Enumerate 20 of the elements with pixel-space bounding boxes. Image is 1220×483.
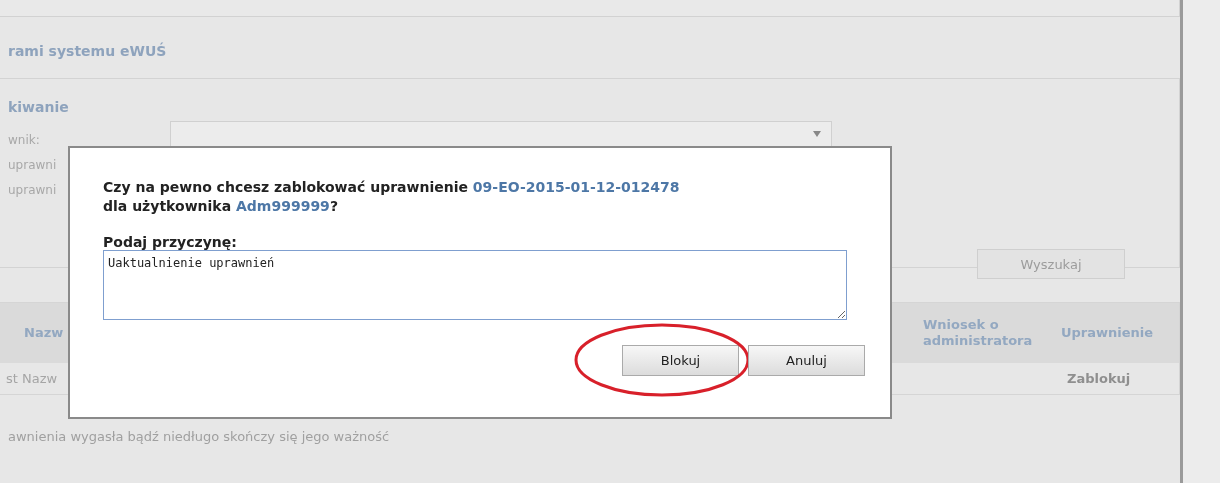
user-select[interactable] [170,121,832,147]
column-header: Uprawnienie [1061,325,1155,341]
reason-label: Podaj przyczynę: [103,234,238,250]
section-title: kiwanie [8,99,70,115]
user-link[interactable]: Adm999999 [235,198,330,214]
dropdown-arrow-icon [813,131,821,137]
block-link[interactable]: Zablokuj [1061,371,1179,386]
page-heading: rami systemu eWUŚ [7,41,168,61]
dialog-button[interactable]: Anuluj [748,345,865,376]
column-header: Nazw [23,325,64,341]
field-label: wnik: [8,132,40,149]
column-header: Wniosek o administratora [923,317,1034,349]
reason-field[interactable]: Uaktualnienie uprawnień [103,250,847,320]
field-label: uprawni [8,157,57,174]
confirm-message: Czy na pewno chcesz zablokować uprawnienie 09-EO-2015-01-12-012478 dla użytkownika Adm999999? [103,178,681,216]
field-label: uprawni [8,182,57,199]
dialog-button[interactable]: Blokuj [622,345,739,376]
footer-note: awnienia wygasła bądź niedługo skończy się jego ważność [7,428,391,444]
permission-link[interactable]: 09-EO-2015-01-12-012478 [472,179,680,195]
table-cell-text: st Nazw [5,371,59,386]
